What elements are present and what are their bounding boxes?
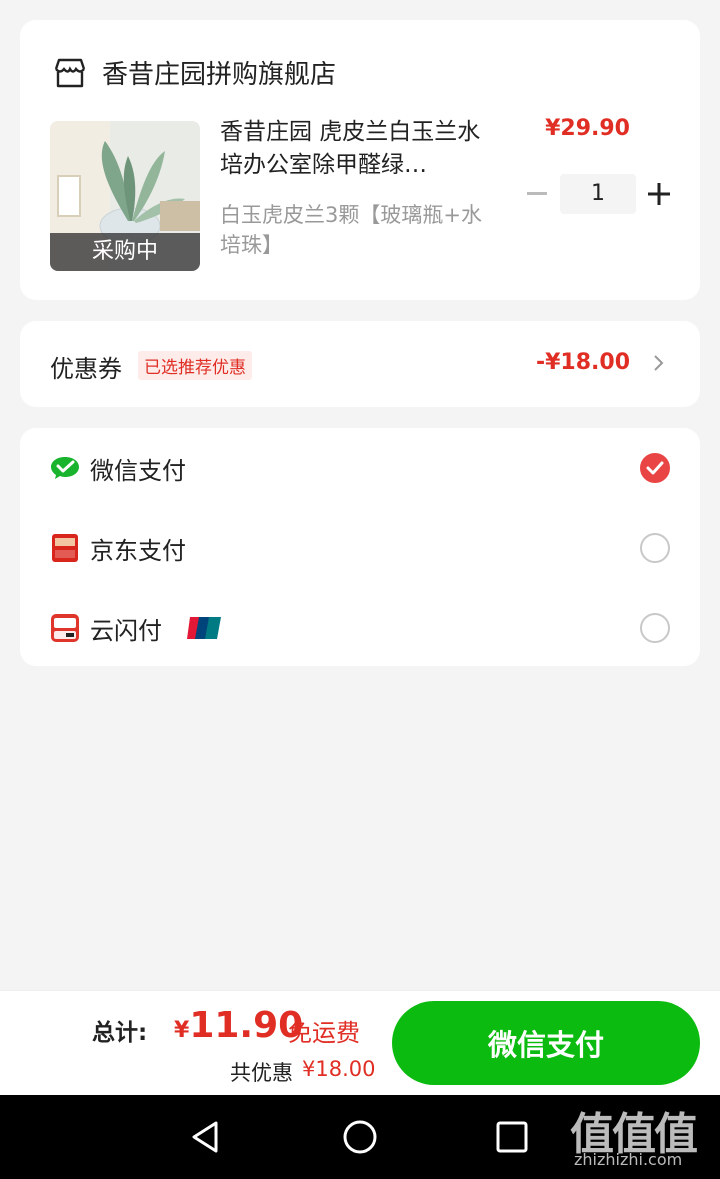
shop-icon	[54, 58, 86, 87]
store-header[interactable]: 香昔庄园拼购旗舰店	[52, 54, 336, 91]
product-title[interactable]: 香昔庄园 虎皮兰白玉兰水培办公室除甲醛绿…	[220, 116, 500, 182]
radio-unchecked[interactable]	[640, 533, 670, 563]
back-icon[interactable]	[186, 1117, 226, 1157]
coupon-amount: -¥18.00	[535, 350, 630, 375]
chevron-right-icon	[654, 355, 664, 371]
total-value: 11.90	[189, 1005, 304, 1046]
product-price: ¥29.90	[545, 116, 630, 141]
jd-pay-icon	[52, 534, 78, 562]
payment-label: 微信支付	[90, 456, 186, 485]
decrease-quantity-button[interactable]	[520, 174, 554, 214]
coupon-row[interactable]: 优惠券 已选推荐优惠 -¥18.00	[20, 321, 700, 407]
payment-option-yunshanfu[interactable]: 云闪付	[20, 588, 700, 668]
payment-label: 京东支付	[90, 536, 186, 565]
recents-icon[interactable]	[492, 1117, 532, 1157]
home-icon[interactable]	[340, 1117, 380, 1157]
saved-amount: ¥18.00	[302, 1057, 376, 1081]
product-image-tag: 采购中	[50, 233, 200, 271]
checkout-bar: 总计: ¥11.90 免运费 共优惠 ¥18.00 微信支付	[0, 990, 720, 1095]
store-name: 香昔庄园拼购旗舰店	[102, 60, 337, 90]
payment-option-jd[interactable]: 京东支付	[20, 508, 700, 588]
watermark-url: zhizhizhi.com	[574, 1150, 683, 1169]
shipping-status: 免运费	[288, 1019, 360, 1047]
quantity-stepper: 1	[520, 174, 676, 214]
radio-unchecked[interactable]	[640, 613, 670, 643]
payment-option-wechat[interactable]: 微信支付	[20, 428, 700, 508]
store-card: 香昔庄园拼购旗舰店 采购中 香昔庄园 虎皮兰白玉兰水培办公室除甲醛绿… 白玉虎皮…	[20, 20, 700, 300]
payment-methods: 微信支付 京东支付 云闪付	[20, 428, 700, 666]
total-amount: ¥11.90	[174, 1005, 303, 1046]
radio-checked[interactable]	[640, 453, 670, 483]
plus-icon	[648, 183, 670, 205]
total-label: 总计:	[92, 1020, 148, 1046]
pay-button[interactable]: 微信支付	[392, 1001, 700, 1085]
saved-label: 共优惠	[230, 1061, 293, 1085]
wechat-pay-icon	[51, 457, 79, 479]
quantity-value[interactable]: 1	[560, 174, 636, 214]
check-icon	[646, 461, 664, 475]
product-image[interactable]: 采购中	[50, 121, 200, 271]
payment-label: 云闪付	[90, 616, 162, 645]
product-spec[interactable]: 白玉虎皮兰3颗【玻璃瓶+水培珠】	[220, 200, 490, 260]
increase-quantity-button[interactable]	[642, 174, 676, 214]
watermark: 值值值 zhizhizhi.com	[570, 1098, 710, 1176]
coupon-status-badge: 已选推荐优惠	[138, 351, 252, 380]
minus-icon	[527, 192, 547, 195]
cloud-quickpay-icon	[51, 614, 79, 642]
total-currency: ¥	[174, 1018, 190, 1043]
unionpay-badge-icon	[187, 617, 221, 639]
coupon-label: 优惠券	[50, 355, 122, 383]
